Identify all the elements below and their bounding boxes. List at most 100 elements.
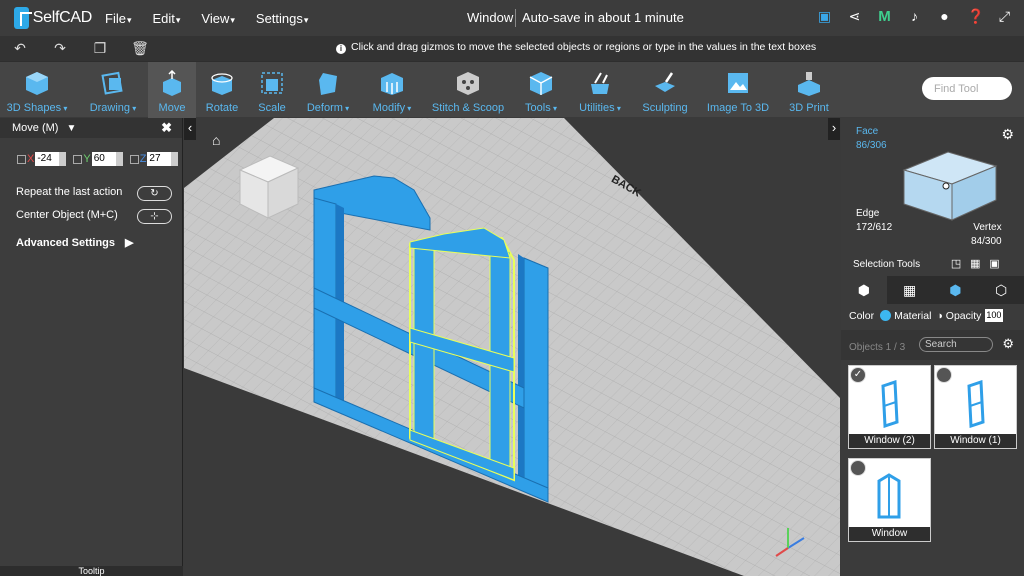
notification-bell-icon[interactable]: ♪ bbox=[907, 9, 922, 24]
tab-transparent[interactable]: ⬢ bbox=[933, 276, 979, 304]
object-name: Window (1) bbox=[935, 434, 1016, 448]
menu-view[interactable]: View bbox=[201, 11, 234, 26]
z-label: Z bbox=[139, 153, 147, 165]
move-icon bbox=[163, 70, 181, 96]
scene-canvas[interactable]: BACK bbox=[184, 118, 840, 576]
unchecked-icon[interactable] bbox=[850, 460, 866, 476]
panel-header: Move (M) ▼ ✖ bbox=[0, 118, 182, 138]
close-icon[interactable]: ✖ bbox=[161, 120, 172, 136]
tool-image-to-3d[interactable]: Image To 3D bbox=[704, 62, 772, 118]
object-card[interactable]: Window bbox=[848, 458, 931, 542]
face-label: Face bbox=[856, 126, 879, 137]
edge-count: 172/612 bbox=[856, 222, 893, 233]
object-card[interactable]: ✓ Window (2) bbox=[848, 365, 931, 449]
x-label: X bbox=[27, 153, 35, 165]
tool-scale[interactable]: Scale bbox=[248, 62, 296, 118]
hint-label: Click and drag gizmos to move the select… bbox=[351, 41, 817, 53]
m-icon[interactable]: M bbox=[877, 9, 892, 24]
tool-3d-print[interactable]: 3D Print bbox=[784, 62, 834, 118]
move-panel: Move (M) ▼ ✖ X -24 Y 60 Z 27 Repeat the … bbox=[0, 118, 183, 576]
selection-tools-label: Selection Tools bbox=[853, 259, 921, 270]
user-icon[interactable]: ● bbox=[937, 9, 952, 24]
object-name: Window bbox=[849, 527, 930, 541]
x-input[interactable]: -24 bbox=[35, 152, 67, 166]
redo-icon[interactable]: ↷ bbox=[50, 40, 70, 57]
object-search-input[interactable]: Search bbox=[919, 337, 993, 352]
repeat-label: Repeat the last action bbox=[16, 186, 123, 198]
tool-label: Modify bbox=[366, 102, 418, 114]
select-all-icon[interactable]: ▣ bbox=[989, 258, 999, 270]
modify-icon bbox=[381, 73, 403, 95]
y-label: Y bbox=[83, 153, 91, 165]
window-thumbnail bbox=[967, 380, 985, 428]
title-divider bbox=[515, 9, 516, 27]
tool-stitch-scoop[interactable]: Stitch & Scoop bbox=[428, 62, 508, 118]
help-icon[interactable]: ❓ bbox=[967, 9, 984, 24]
undo-icon[interactable]: ↶ bbox=[10, 40, 30, 57]
right-panel-toggle[interactable]: › bbox=[828, 118, 840, 140]
tool-move[interactable]: Move bbox=[148, 62, 196, 118]
color-swatch[interactable] bbox=[880, 310, 892, 321]
center-button[interactable]: ⊹ bbox=[137, 209, 172, 224]
menu-edit[interactable]: Edit bbox=[152, 11, 180, 26]
selection-cube[interactable] bbox=[896, 138, 1006, 228]
menu-settings[interactable]: Settings bbox=[256, 11, 309, 26]
z-lock-checkbox[interactable] bbox=[129, 154, 139, 164]
tool-deform[interactable]: Deform bbox=[300, 62, 356, 118]
3d-viewport[interactable]: BACK ‹ › ⌂ bbox=[184, 118, 840, 576]
color-label: Color bbox=[849, 309, 875, 322]
tool-3d-shapes[interactable]: 3D Shapes bbox=[4, 62, 70, 118]
checked-icon[interactable]: ✓ bbox=[850, 367, 866, 383]
tool-drawing[interactable]: Drawing bbox=[80, 62, 146, 118]
project-title[interactable]: Window bbox=[467, 10, 513, 25]
objects-bar: Objects 1 / 3 Search ⚙ bbox=[841, 330, 1024, 360]
y-input[interactable]: 60 bbox=[91, 152, 123, 166]
select-cube-icon[interactable]: ▦ bbox=[970, 258, 980, 270]
repeat-button[interactable]: ↻ bbox=[137, 186, 172, 201]
tool-utilities[interactable]: Utilities bbox=[574, 62, 626, 118]
objects-count: Objects 1 / 3 bbox=[849, 342, 906, 353]
y-lock-checkbox[interactable] bbox=[73, 154, 83, 164]
drawing-icon bbox=[101, 71, 123, 95]
delete-icon[interactable]: 🗑 bbox=[130, 40, 150, 57]
x-lock-checkbox[interactable] bbox=[17, 154, 26, 164]
collapse-icon[interactable]: ▼ bbox=[66, 123, 76, 134]
tab-solid[interactable]: ⬢ bbox=[841, 276, 887, 304]
tool-sculpting[interactable]: Sculpting bbox=[638, 62, 692, 118]
right-panel: Face 86/306 ⚙ Edge 172/612 Vertex 84/300… bbox=[841, 118, 1024, 576]
tab-outline[interactable]: ⬡ bbox=[978, 276, 1024, 304]
tool-tools[interactable]: Tools bbox=[518, 62, 564, 118]
tool-label: 3D Shapes bbox=[4, 102, 70, 114]
tool-label: Rotate bbox=[205, 102, 239, 114]
tool-rotate[interactable]: Rotate bbox=[198, 62, 246, 118]
z-input[interactable]: 27 bbox=[147, 152, 179, 166]
opacity-input[interactable]: 100 bbox=[985, 309, 1004, 322]
face-selector[interactable]: Face 86/306 bbox=[856, 125, 887, 153]
objects-settings-icon[interactable]: ⚙ bbox=[1002, 336, 1014, 352]
rotate-icon bbox=[211, 73, 233, 95]
tooltip-bar[interactable]: Tooltip bbox=[0, 566, 183, 576]
edge-selector[interactable]: Edge 172/612 bbox=[856, 207, 892, 235]
fullscreen-icon[interactable]: ⤢ bbox=[997, 9, 1012, 24]
vertex-selector[interactable]: Vertex 84/300 bbox=[971, 221, 1002, 249]
left-panel-toggle[interactable]: ‹ bbox=[184, 118, 196, 140]
material-label[interactable]: Material bbox=[894, 310, 931, 322]
object-card[interactable]: Window (1) bbox=[934, 365, 1017, 449]
menu-file[interactable]: File bbox=[105, 11, 131, 26]
home-icon[interactable]: ⌂ bbox=[212, 132, 220, 148]
selfcad-logo[interactable]: SelfCAD bbox=[14, 7, 92, 29]
find-tool-input[interactable]: Find Tool bbox=[922, 77, 1012, 100]
tool-modify[interactable]: Modify bbox=[366, 62, 418, 118]
hint-text: i Click and drag gizmos to move the selec… bbox=[336, 41, 816, 54]
copy-icon[interactable]: ❐ bbox=[90, 40, 110, 57]
advanced-settings-toggle[interactable]: Advanced Settings ▶ bbox=[16, 236, 134, 249]
top-bar: SelfCAD File Edit View Settings Window A… bbox=[0, 0, 1024, 36]
deform-icon bbox=[319, 73, 337, 95]
window-thumbnail bbox=[881, 380, 899, 428]
unchecked-icon[interactable] bbox=[936, 367, 952, 383]
select-icon[interactable]: ◳ bbox=[951, 258, 961, 270]
share-icon[interactable]: ⋖ bbox=[847, 9, 862, 24]
save-icon[interactable]: ▣ bbox=[817, 9, 832, 24]
object-name: Window (2) bbox=[849, 434, 930, 448]
tab-wireframe[interactable]: ▦ bbox=[887, 276, 933, 304]
